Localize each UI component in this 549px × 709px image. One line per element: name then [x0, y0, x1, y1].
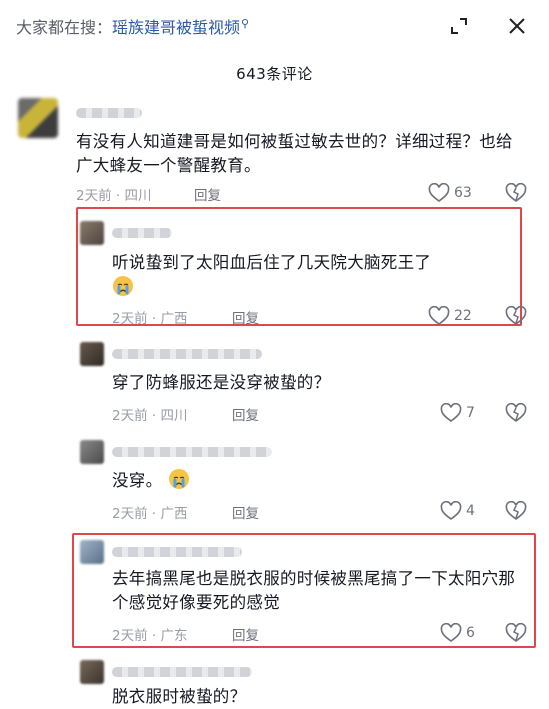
avatar[interactable]	[80, 440, 104, 464]
heart-icon	[440, 501, 462, 520]
user-nickname[interactable]	[112, 667, 252, 677]
comment-time: 2天前 · 四川	[112, 408, 188, 424]
user-nickname[interactable]	[112, 228, 172, 238]
like-count: 7	[466, 405, 475, 421]
search-icon: ⚲	[241, 17, 250, 30]
comment-time: 2天前 · 四川	[76, 188, 152, 204]
dislike-icon[interactable]	[505, 305, 527, 330]
comment-count: 643条评论	[236, 65, 313, 83]
comment-text: 穿了防蜂服还是没穿被蛰的？	[112, 373, 331, 392]
comment-text: 去年搞黑尾也是脱衣服的时候被黑尾搞了一下太阳穴那个感觉好像要死的感觉	[112, 569, 516, 612]
top-bar: 大家都在搜：瑶族建哥被蜇视频⚲	[0, 0, 549, 52]
comment-text: 没穿。	[112, 468, 512, 493]
avatar[interactable]	[80, 540, 104, 564]
comment-time: 2天前 · 广东	[112, 628, 188, 644]
reply-button[interactable]: 回复	[232, 624, 259, 644]
like-button[interactable]: 7	[440, 403, 475, 423]
heart-icon	[440, 403, 462, 422]
crying-face-emoji	[113, 276, 133, 296]
expand-icon[interactable]	[441, 8, 477, 44]
avatar[interactable]	[80, 660, 104, 684]
reply-button[interactable]: 回复	[232, 307, 259, 327]
search-keyword[interactable]: 瑶族建哥被蜇视频	[112, 18, 240, 37]
heart-icon	[440, 623, 462, 642]
crying-face-emoji	[168, 469, 189, 489]
comment-time: 2天前 · 广西	[112, 506, 188, 522]
like-count: 22	[454, 308, 472, 324]
heart-icon	[428, 306, 450, 325]
user-nickname[interactable]	[76, 108, 142, 118]
comment-text: 有没有人知道建哥是如何被蜇过敏去世的？详细过程？也给广大蜂友一个警醒教育。	[76, 132, 513, 175]
user-nickname[interactable]	[112, 447, 272, 457]
like-count: 4	[466, 503, 475, 519]
comment-time: 2天前 · 广西	[112, 311, 188, 327]
like-count: 6	[466, 625, 475, 641]
dislike-icon[interactable]	[505, 622, 527, 647]
close-icon[interactable]	[499, 8, 535, 44]
comment-text: 听说蛰到了太阳血后住了几天院大脑死王了	[112, 251, 512, 300]
dislike-icon[interactable]	[505, 182, 527, 207]
dislike-icon[interactable]	[505, 402, 527, 427]
like-button[interactable]: 63	[428, 183, 472, 203]
like-button[interactable]: 22	[428, 306, 472, 326]
avatar[interactable]	[80, 221, 104, 245]
user-nickname[interactable]	[112, 547, 242, 557]
like-button[interactable]: 4	[440, 501, 475, 521]
search-suggestion[interactable]: 大家都在搜：瑶族建哥被蜇视频⚲	[16, 14, 249, 38]
dislike-icon[interactable]	[505, 500, 527, 525]
avatar[interactable]	[18, 98, 58, 138]
comment-text: 脱衣服时被蛰的？	[112, 687, 247, 706]
like-button[interactable]: 6	[440, 623, 475, 643]
reply-button[interactable]: 回复	[232, 502, 259, 522]
reply-button[interactable]: 回复	[232, 404, 259, 424]
search-prefix: 大家都在搜：	[16, 18, 113, 37]
avatar[interactable]	[80, 342, 104, 366]
user-nickname[interactable]	[112, 349, 262, 359]
heart-icon	[428, 183, 450, 202]
like-count: 63	[454, 185, 472, 201]
reply-button[interactable]: 回复	[194, 184, 221, 204]
